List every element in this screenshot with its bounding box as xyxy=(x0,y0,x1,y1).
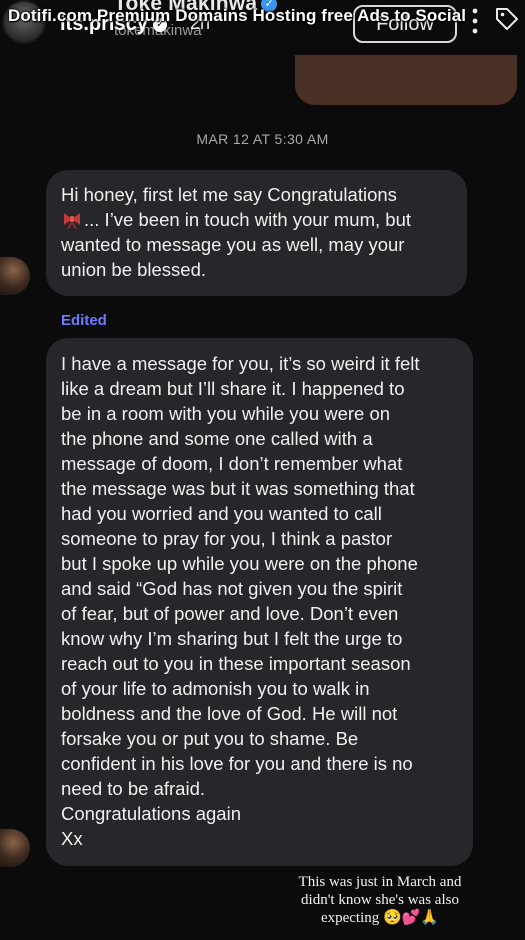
caption-line: This was just in March and xyxy=(298,874,462,890)
message-line: reach out to you in these important seas… xyxy=(61,653,411,674)
message-line: know why I’m sharing but I felt the urge… xyxy=(61,628,403,649)
message-line: boldness and the love of God. He will no… xyxy=(61,703,398,724)
message-line: union be blessed. xyxy=(61,259,207,280)
sent-message-bubble[interactable] xyxy=(295,55,517,105)
caption-line: expecting 🥺💕🙏 xyxy=(320,910,440,926)
message-line: I have a message for you, it’s so weird … xyxy=(61,353,420,374)
conversation-header: Toke Makinwa✓ tokemakinwa its.priscy ✓ 2… xyxy=(0,0,525,50)
watermark-text: Dotifi.com Premium Domains Hosting free … xyxy=(8,6,467,25)
edited-label: Edited xyxy=(61,312,107,329)
received-message-bubble[interactable]: I have a message for you, it’s so weird … xyxy=(46,338,473,866)
message-line: confident in his love for you and there … xyxy=(61,753,413,774)
message-line: ... I’ve been in touch with your mum, bu… xyxy=(61,207,451,232)
message-line: Hi honey, first let me say Congratulatio… xyxy=(61,184,397,205)
message-line: the message was but it was something tha… xyxy=(61,478,415,499)
message-line: wanted to message you as well, may your xyxy=(61,234,405,255)
message-line: of fear, but of power and love. Don’t ev… xyxy=(61,603,399,624)
message-line: like a dream but I’ll share it. I happen… xyxy=(61,378,405,399)
message-line: had you worried and you wanted to call xyxy=(61,503,382,524)
sender-avatar[interactable] xyxy=(0,829,30,867)
message-line: and said “God has not given you the spir… xyxy=(61,578,403,599)
message-line: but I spoke up while you were on the pho… xyxy=(61,553,418,574)
message-line: be in a room with you while you were on xyxy=(61,403,391,424)
message-line: message of doom, I don’t remember what xyxy=(61,453,403,474)
message-line: Congratulations again xyxy=(61,803,241,824)
tag-icon[interactable] xyxy=(494,6,520,32)
sender-avatar[interactable] xyxy=(0,257,30,295)
message-timestamp: MAR 12 AT 5:30 AM xyxy=(196,131,329,147)
caption-line: didn't know she's was also xyxy=(301,892,459,908)
dm-screenshot: Toke Makinwa✓ tokemakinwa its.priscy ✓ 2… xyxy=(0,0,525,940)
overlay-caption: This was just in March and didn't know s… xyxy=(285,873,475,927)
message-line: someone to pray for you, I think a pasto… xyxy=(61,528,393,549)
message-line: the phone and some one called with a xyxy=(61,428,373,449)
received-message-bubble[interactable]: Hi honey, first let me say Congratulatio… xyxy=(46,170,467,296)
more-options-icon[interactable] xyxy=(468,6,482,36)
message-line: need to be afraid. xyxy=(61,778,205,799)
ribbon-emoji-icon xyxy=(61,210,83,230)
message-line: of your life to admonish you to walk in xyxy=(61,678,370,699)
message-line: forsake you or put you to shame. Be xyxy=(61,728,359,749)
message-line: Xx xyxy=(61,828,83,849)
